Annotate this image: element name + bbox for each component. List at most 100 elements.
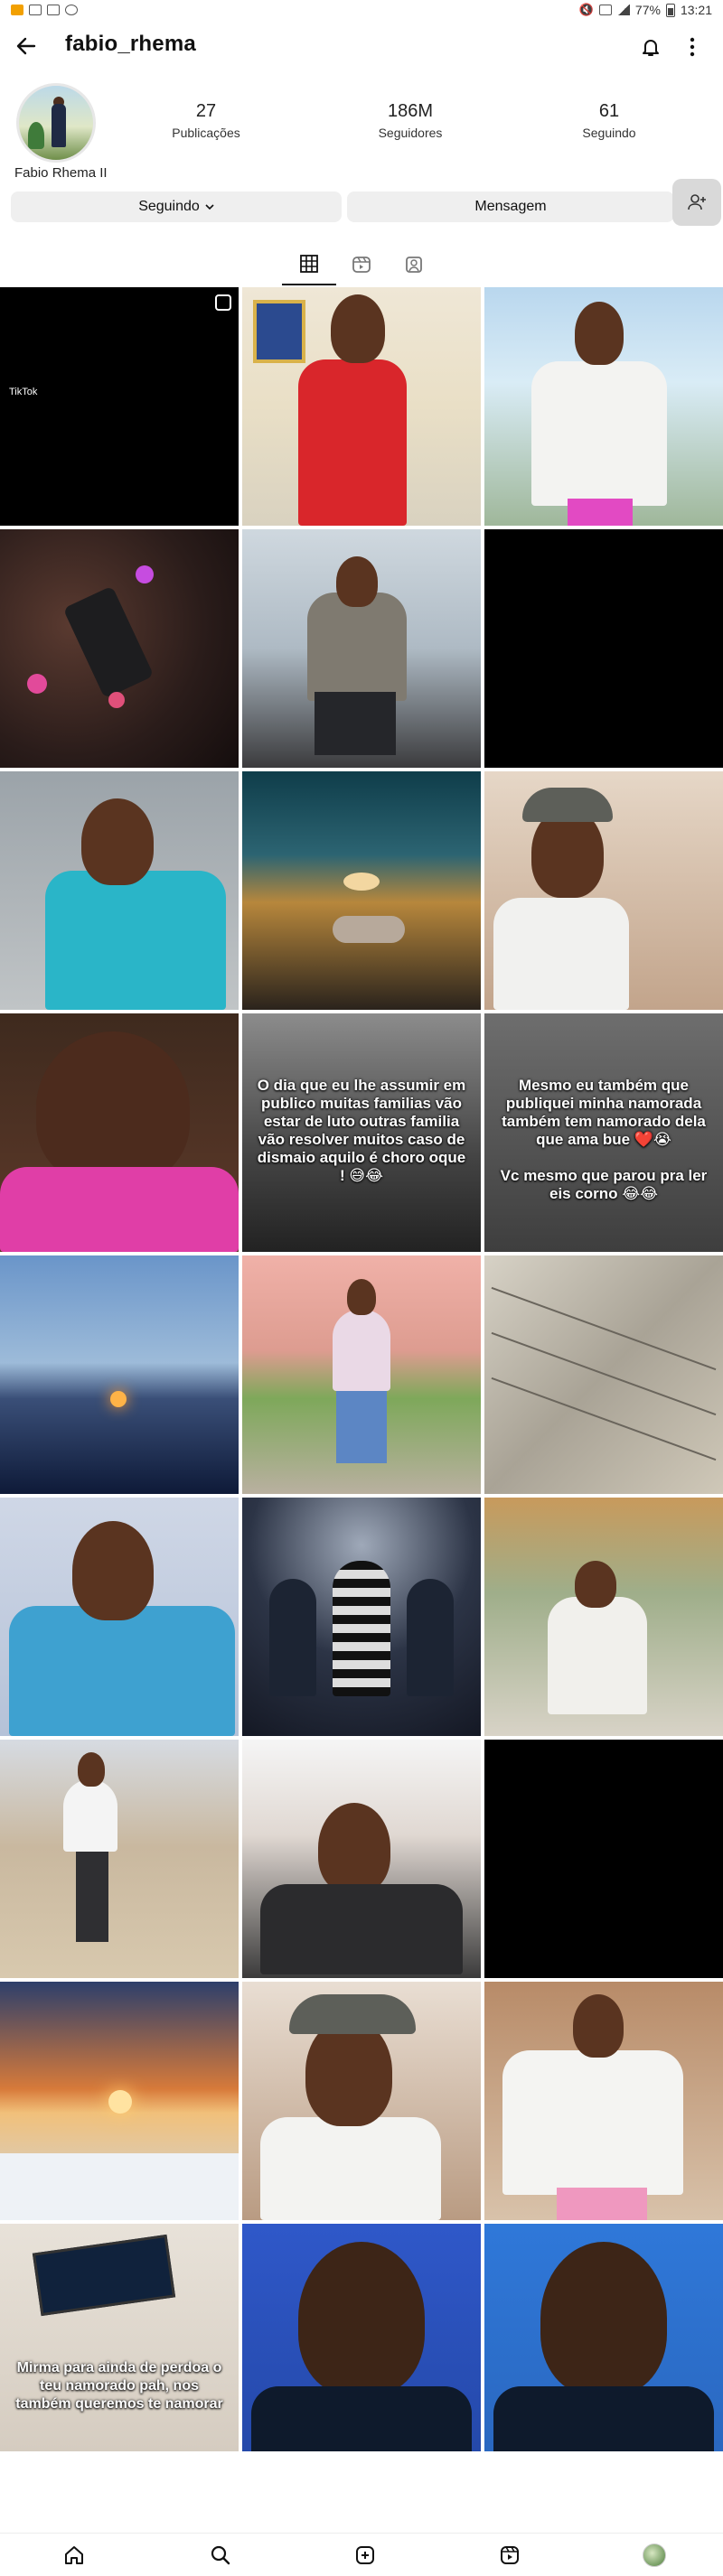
person-shirt — [260, 1884, 463, 1974]
following-button[interactable]: Seguindo — [11, 191, 342, 222]
post-tile[interactable] — [242, 287, 481, 526]
reels-icon — [352, 257, 371, 273]
mail-icon — [47, 5, 60, 15]
posts-count: 27 — [195, 101, 217, 121]
home-icon — [65, 2546, 83, 2564]
more-vertical-icon — [690, 37, 695, 57]
person-face — [540, 2242, 667, 2395]
post-tile[interactable] — [484, 771, 723, 1010]
followers-stat[interactable]: 186M Seguidores — [347, 101, 474, 140]
posts-stat[interactable]: 27 Publicações — [143, 101, 269, 140]
post-tile[interactable] — [0, 1740, 239, 1978]
mute-icon: 🔇 — [578, 3, 594, 16]
clock: 13:21 — [680, 3, 712, 17]
bokeh-light — [27, 674, 47, 694]
followers-count: 186M — [387, 101, 434, 121]
message-button[interactable]: Mensagem — [347, 191, 674, 222]
tab-posts-grid[interactable] — [282, 244, 336, 285]
post-tile[interactable]: TikTok — [0, 287, 239, 526]
bokeh-light — [108, 692, 125, 708]
post-tile[interactable] — [0, 771, 239, 1010]
tagged-icon — [406, 257, 422, 273]
tab-reels[interactable] — [334, 244, 389, 285]
person-shirt — [548, 1597, 647, 1714]
flat-cap — [289, 1994, 416, 2034]
post-tile[interactable] — [484, 1982, 723, 2220]
post-tile[interactable] — [484, 529, 723, 768]
ship-model — [333, 916, 405, 943]
post-tile[interactable] — [242, 1740, 481, 1978]
person-shirt — [260, 2117, 441, 2220]
post-tile[interactable] — [242, 1255, 481, 1494]
post-caption: O dia que eu lhe assumir em publico muit… — [257, 1077, 466, 1184]
post-tile[interactable] — [242, 1498, 481, 1736]
following-stat[interactable]: 61 Seguindo — [546, 101, 672, 140]
wall-frame — [253, 300, 305, 363]
post-tile[interactable] — [0, 1255, 239, 1494]
book-line — [491, 1377, 717, 1461]
person-shirt — [298, 359, 407, 526]
profile-avatar — [643, 2543, 666, 2567]
post-tile[interactable]: O dia que eu lhe assumir em publico muit… — [242, 1013, 481, 1252]
post-caption: Mirma para ainda de perdoa o teu namorad… — [15, 2360, 223, 2412]
more-options-button[interactable] — [680, 33, 705, 61]
post-tile[interactable] — [484, 287, 723, 526]
post-tile[interactable] — [0, 1013, 239, 1252]
post-tile[interactable] — [0, 1982, 239, 2220]
message-button-label: Mensagem — [474, 199, 547, 214]
person-face — [298, 2242, 425, 2395]
person-head — [336, 556, 378, 607]
reels-nav-icon — [501, 2546, 519, 2564]
tab-tagged[interactable] — [387, 244, 441, 285]
nav-reels[interactable] — [492, 2541, 528, 2570]
avatar-figure — [52, 104, 66, 147]
signal-icon — [616, 5, 630, 15]
post-tile[interactable] — [484, 1740, 723, 1978]
profile-avatar[interactable] — [16, 83, 96, 163]
person-jacket — [307, 593, 407, 701]
status-right: 🔇 77% 13:21 — [579, 3, 712, 17]
post-tile[interactable] — [242, 529, 481, 768]
officer-right — [407, 1579, 454, 1696]
post-tile[interactable]: Mirma para ainda de perdoa o teu namorad… — [0, 2224, 239, 2462]
followers-label: Seguidores — [378, 126, 443, 140]
suggested-accounts-button[interactable] — [672, 179, 721, 226]
notifications-button[interactable] — [636, 33, 665, 61]
reel-badge-icon — [215, 294, 231, 311]
post-tile[interactable]: Mesmo eu também que publiquei minha namo… — [484, 1013, 723, 1252]
gallery-icon — [29, 5, 42, 15]
content-tabs — [0, 244, 723, 285]
post-tile[interactable] — [484, 2224, 723, 2462]
person-head — [318, 1803, 390, 1893]
notification-icon — [11, 5, 23, 15]
profile-header: fabio_rhema — [0, 20, 723, 72]
no-sim-icon — [598, 5, 612, 15]
posts-grid: TikTok O dia que eu lhe assumir em publi… — [0, 287, 723, 2462]
nav-search[interactable] — [202, 2541, 239, 2570]
following-count: 61 — [598, 101, 620, 121]
person-shirt — [531, 361, 667, 506]
whatsapp-icon — [65, 5, 78, 15]
person-shirt — [333, 1310, 390, 1391]
person-head — [72, 1521, 154, 1620]
post-tile[interactable] — [484, 1498, 723, 1736]
back-button[interactable] — [13, 33, 40, 60]
person-head — [305, 2018, 392, 2126]
nav-create[interactable] — [347, 2541, 383, 2570]
nav-home[interactable] — [56, 2541, 92, 2570]
jeans — [336, 1391, 387, 1463]
nav-profile[interactable] — [636, 2541, 672, 2570]
shorts — [568, 499, 633, 526]
battery-level: 77% — [634, 3, 661, 17]
arrow-left-icon — [16, 37, 36, 55]
person-shirt — [45, 871, 226, 1010]
pants — [76, 1852, 108, 1942]
battery-icon — [665, 3, 675, 17]
post-tile[interactable] — [242, 1982, 481, 2220]
post-tile[interactable] — [242, 2224, 481, 2462]
post-tile[interactable] — [484, 1255, 723, 1494]
post-tile[interactable] — [0, 1498, 239, 1736]
person-shirt — [9, 1606, 235, 1736]
post-tile[interactable] — [0, 529, 239, 768]
post-tile[interactable] — [242, 771, 481, 1010]
